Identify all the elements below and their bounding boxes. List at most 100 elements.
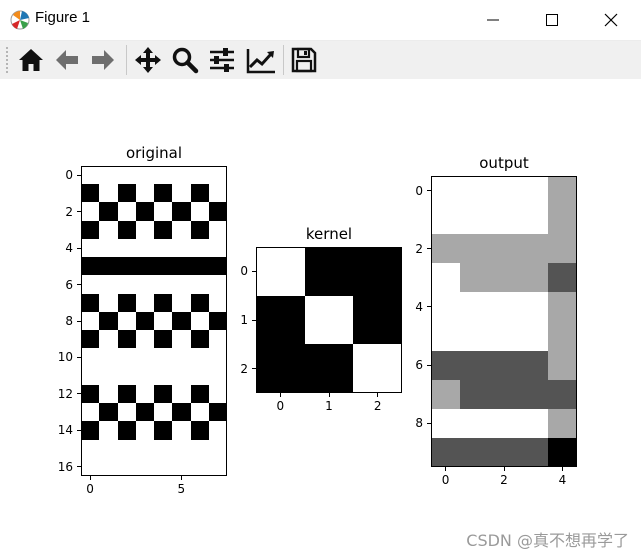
home-button[interactable] <box>15 44 47 76</box>
output-cell <box>547 292 576 323</box>
kernel-xtick-label: 0 <box>276 399 285 413</box>
original-cell <box>190 202 210 222</box>
output-cell <box>489 437 520 466</box>
kernel-ytick-label: 2 <box>240 361 248 376</box>
original-ytick-label: 10 <box>57 350 73 365</box>
close-button[interactable] <box>588 5 634 35</box>
original-cell <box>190 257 210 276</box>
original-cell <box>135 184 155 204</box>
output-cell <box>518 350 549 381</box>
original-cell <box>172 167 192 185</box>
output-cell <box>432 234 461 264</box>
zoom-button[interactable] <box>169 44 201 76</box>
original-cell <box>190 330 210 349</box>
figure-canvas[interactable]: original 0 2 4 6 8 10 12 14 16 0 5 kernel 0 1 2 0 1 2 outpu… <box>0 79 641 559</box>
original-cell <box>135 384 155 404</box>
original-cell <box>172 439 192 459</box>
original-cell <box>154 330 173 349</box>
original-cell <box>208 167 226 185</box>
original-ytick-label: 2 <box>65 204 73 219</box>
forward-button[interactable] <box>87 44 119 76</box>
original-cell <box>172 184 192 204</box>
kernel-ytick-mark <box>252 270 256 272</box>
output-cell <box>547 437 576 466</box>
original-cell <box>117 293 137 313</box>
original-cell <box>135 220 155 240</box>
original-cell <box>135 167 155 185</box>
original-cell <box>82 311 100 331</box>
original-cell <box>117 184 137 204</box>
original-ytick-mark <box>77 174 81 176</box>
original-cell <box>117 439 137 459</box>
output-ytick-label: 2 <box>415 241 423 256</box>
original-cell <box>172 311 192 331</box>
configure-subplots-button[interactable] <box>206 44 238 76</box>
output-cell <box>432 408 461 439</box>
original-cell <box>190 403 210 422</box>
original-cell <box>82 238 100 258</box>
original-cell <box>117 167 137 185</box>
original-cell <box>208 439 226 459</box>
kernel-cell <box>304 295 354 345</box>
maximize-button[interactable] <box>529 5 575 35</box>
toolbar-grip[interactable] <box>6 47 10 73</box>
back-button[interactable] <box>51 44 83 76</box>
original-cell <box>117 421 137 441</box>
kernel-axes <box>256 247 402 393</box>
output-ytick-mark <box>427 422 431 424</box>
output-cell <box>489 350 520 381</box>
original-cell <box>154 421 173 441</box>
output-xtick-mark <box>561 467 563 471</box>
original-cell <box>154 202 173 222</box>
original-cell <box>117 202 137 222</box>
original-cell <box>82 457 100 475</box>
original-cell <box>117 366 137 386</box>
output-title: output <box>479 154 529 172</box>
original-cell <box>117 403 137 422</box>
original-cell <box>117 275 137 295</box>
original-cell <box>82 403 100 422</box>
original-cell <box>82 275 100 295</box>
original-ytick-label: 14 <box>57 423 73 438</box>
output-cell <box>460 408 490 439</box>
original-cell <box>117 384 137 404</box>
original-cell <box>135 293 155 313</box>
original-cell <box>190 311 210 331</box>
original-cell <box>82 167 100 185</box>
output-cell <box>518 205 549 235</box>
output-cell <box>460 350 490 381</box>
original-cell <box>172 257 192 276</box>
original-xtick-label: 5 <box>177 482 186 496</box>
original-cell <box>99 293 119 313</box>
original-ytick-label: 16 <box>57 459 73 474</box>
original-cell <box>190 439 210 459</box>
original-cell <box>154 238 173 258</box>
kernel-cell <box>257 344 306 392</box>
output-xtick-label: 2 <box>500 473 508 487</box>
original-cell <box>154 311 173 331</box>
save-button[interactable] <box>288 44 320 76</box>
original-cell <box>208 384 226 404</box>
original-cell <box>82 366 100 386</box>
original-cell <box>154 403 173 422</box>
original-cell <box>172 457 192 475</box>
pan-button[interactable] <box>132 44 164 76</box>
output-cell <box>432 350 461 381</box>
output-cell <box>547 205 576 235</box>
edit-axes-button[interactable] <box>244 44 276 76</box>
minimize-button[interactable] <box>470 5 516 35</box>
original-ytick-mark <box>77 320 81 322</box>
output-cell <box>460 437 490 466</box>
kernel-xtick-label: 1 <box>325 399 333 413</box>
output-ytick-mark <box>427 190 431 192</box>
original-cell <box>99 366 119 386</box>
output-xtick-mark <box>445 467 447 471</box>
output-ytick-mark <box>427 364 431 366</box>
output-cell <box>432 263 461 293</box>
original-cell <box>82 384 100 404</box>
original-cell <box>99 384 119 404</box>
original-cell <box>117 311 137 331</box>
kernel-cell <box>257 295 306 345</box>
original-xtick-mark <box>180 476 182 480</box>
sliders-icon <box>210 48 234 72</box>
